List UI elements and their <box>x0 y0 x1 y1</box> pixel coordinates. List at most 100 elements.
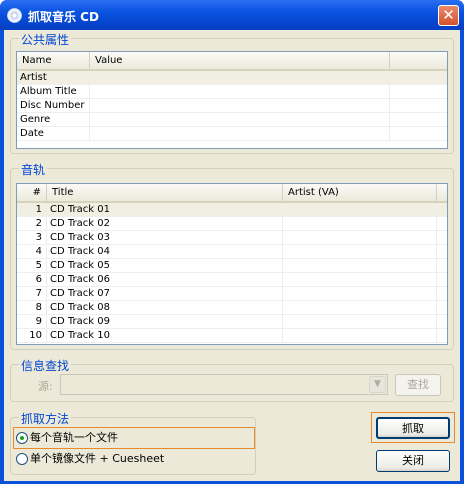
property-value[interactable] <box>90 99 390 112</box>
track-artist[interactable] <box>283 245 437 258</box>
track-title[interactable]: CD Track 01 <box>47 203 283 216</box>
option-per-track[interactable]: 每个音轨一个文件 <box>16 428 118 448</box>
tracks-header: # Title Artist (VA) <box>17 184 447 203</box>
dialog-body: 公共属性 Name Value Artist Album Title Disc Nu… <box>4 30 460 481</box>
track-title[interactable]: CD Track 06 <box>47 273 283 286</box>
property-row[interactable]: Date <box>17 127 447 141</box>
property-value[interactable] <box>90 113 390 126</box>
track-row[interactable]: 8 CD Track 08 <box>17 301 447 315</box>
properties-list[interactable]: Name Value Artist Album Title Disc Number G… <box>16 51 448 149</box>
track-number: 3 <box>17 231 47 244</box>
common-properties-group: 公共属性 Name Value Artist Album Title Disc Nu… <box>10 31 454 154</box>
track-spacer <box>437 287 447 300</box>
track-number: 9 <box>17 315 47 328</box>
column-header-title[interactable]: Title <box>47 184 283 201</box>
track-title[interactable]: CD Track 04 <box>47 245 283 258</box>
track-artist[interactable] <box>283 259 437 272</box>
track-number: 5 <box>17 259 47 272</box>
track-title[interactable]: CD Track 09 <box>47 315 283 328</box>
track-row[interactable]: 2 CD Track 02 <box>17 217 447 231</box>
track-artist[interactable] <box>283 329 437 342</box>
track-spacer <box>437 329 447 342</box>
track-row[interactable]: 6 CD Track 06 <box>17 273 447 287</box>
property-name: Disc Number <box>17 99 90 112</box>
property-row[interactable]: Album Title <box>17 85 447 99</box>
track-number: 2 <box>17 217 47 230</box>
source-label: 源: <box>38 380 53 393</box>
title-bar[interactable]: 抓取音乐 CD ✕ <box>0 0 464 30</box>
track-spacer <box>437 259 447 272</box>
option-single-image-label: 单个镜像文件 + Cuesheet <box>30 452 165 465</box>
track-spacer <box>437 203 447 216</box>
property-name: Album Title <box>17 85 90 98</box>
property-name: Genre <box>17 113 90 126</box>
tracks-label: 音轨 <box>19 161 48 178</box>
tracks-rows: 1 CD Track 01 2 CD Track 02 3 CD Track 03 4 CD … <box>17 203 447 343</box>
track-title[interactable]: CD Track 08 <box>47 301 283 314</box>
column-header-number[interactable]: # <box>17 184 47 201</box>
property-spacer <box>390 99 447 112</box>
search-button[interactable]: 查找 <box>395 374 441 396</box>
radio-single-image[interactable] <box>16 453 28 465</box>
properties-header: Name Value <box>17 52 447 71</box>
close-button[interactable]: 关闭 <box>376 450 450 472</box>
track-row[interactable]: 1 CD Track 01 <box>17 203 447 217</box>
rip-method-label: 抓取方法 <box>19 410 72 427</box>
track-spacer <box>437 301 447 314</box>
track-title[interactable]: CD Track 03 <box>47 231 283 244</box>
track-row[interactable]: 9 CD Track 09 <box>17 315 447 329</box>
track-artist[interactable] <box>283 217 437 230</box>
track-row[interactable]: 4 CD Track 04 <box>17 245 447 259</box>
track-artist[interactable] <box>283 315 437 328</box>
track-row[interactable]: 5 CD Track 05 <box>17 259 447 273</box>
track-number: 4 <box>17 245 47 258</box>
rip-button[interactable]: 抓取 <box>376 417 450 439</box>
properties-rows: Artist Album Title Disc Number Genre Date <box>17 71 447 141</box>
option-per-track-label: 每个音轨一个文件 <box>30 431 118 444</box>
track-artist[interactable] <box>283 273 437 286</box>
column-header-name[interactable]: Name <box>17 52 90 69</box>
option-single-image[interactable]: 单个镜像文件 + Cuesheet <box>16 449 164 469</box>
property-value[interactable] <box>90 85 390 98</box>
property-row[interactable]: Disc Number <box>17 99 447 113</box>
common-properties-label: 公共属性 <box>19 31 72 48</box>
track-artist[interactable] <box>283 203 437 216</box>
column-header-spacer <box>390 52 447 69</box>
track-spacer <box>437 273 447 286</box>
chevron-down-icon[interactable]: ▼ <box>369 376 386 393</box>
track-spacer <box>437 231 447 244</box>
tracks-group: 音轨 # Title Artist (VA) 1 CD Track 01 2 CD T… <box>10 161 454 350</box>
rip-method-group: 抓取方法 每个音轨一个文件 单个镜像文件 + Cuesheet <box>10 410 256 475</box>
track-title[interactable]: CD Track 02 <box>47 217 283 230</box>
property-name: Date <box>17 127 90 140</box>
track-artist[interactable] <box>283 287 437 300</box>
property-value[interactable] <box>90 71 390 84</box>
source-select[interactable]: ▼ <box>60 374 388 395</box>
track-row[interactable]: 3 CD Track 03 <box>17 231 447 245</box>
track-number: 10 <box>17 329 47 342</box>
rip-cd-dialog: 抓取音乐 CD ✕ 公共属性 Name Value Artist Album Ti… <box>0 0 464 484</box>
track-title[interactable]: CD Track 07 <box>47 287 283 300</box>
tracks-list[interactable]: # Title Artist (VA) 1 CD Track 01 2 CD Trac… <box>16 183 448 345</box>
property-spacer <box>390 113 447 126</box>
track-artist[interactable] <box>283 231 437 244</box>
property-name: Artist <box>17 71 90 84</box>
property-row[interactable]: Genre <box>17 113 447 127</box>
info-lookup-label: 信息查找 <box>19 357 72 374</box>
track-title[interactable]: CD Track 10 <box>47 329 283 342</box>
column-header-value[interactable]: Value <box>90 52 390 69</box>
track-spacer <box>437 217 447 230</box>
column-header-artist[interactable]: Artist (VA) <box>283 184 437 201</box>
track-artist[interactable] <box>283 301 437 314</box>
radio-per-track[interactable] <box>16 432 28 444</box>
track-spacer <box>437 315 447 328</box>
track-spacer <box>437 245 447 258</box>
property-row[interactable]: Artist <box>17 71 447 85</box>
track-title[interactable]: CD Track 05 <box>47 259 283 272</box>
track-number: 6 <box>17 273 47 286</box>
property-value[interactable] <box>90 127 390 140</box>
track-row[interactable]: 10 CD Track 10 <box>17 329 447 343</box>
track-row[interactable]: 7 CD Track 07 <box>17 287 447 301</box>
column-header-spacer <box>437 184 447 201</box>
close-icon[interactable]: ✕ <box>438 5 459 26</box>
